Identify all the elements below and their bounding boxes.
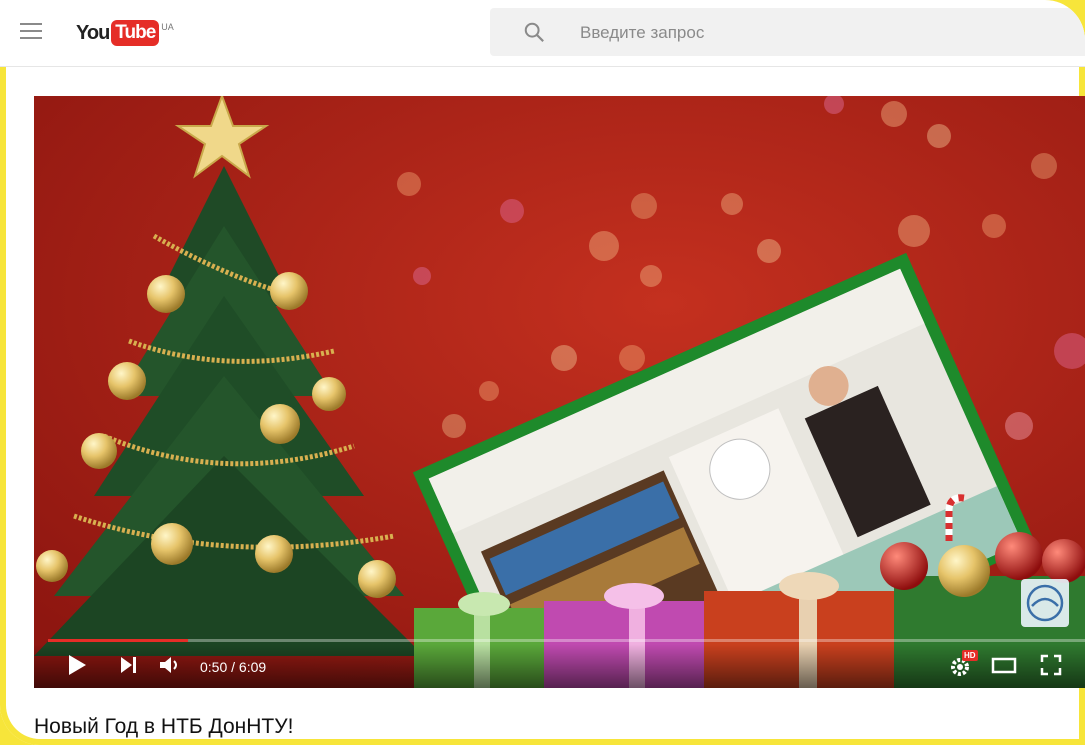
time-display: 0:50 / 6:09 bbox=[200, 659, 266, 675]
theater-mode-icon[interactable] bbox=[990, 652, 1018, 678]
current-time: 0:50 bbox=[200, 659, 228, 675]
masthead: You Tube UA bbox=[0, 0, 1085, 67]
logo-country-code: UA bbox=[161, 22, 174, 32]
youtube-logo[interactable]: You Tube UA bbox=[76, 20, 174, 46]
progress-played bbox=[48, 639, 188, 642]
progress-bar[interactable] bbox=[48, 639, 1085, 642]
search-box bbox=[490, 8, 1085, 56]
hd-badge: HD bbox=[962, 650, 978, 661]
video-player[interactable]: 0:50 / 6:09 HD bbox=[34, 96, 1085, 688]
play-icon[interactable] bbox=[66, 652, 88, 678]
fullscreen-icon[interactable] bbox=[1038, 652, 1064, 678]
logo-you-text: You bbox=[76, 22, 110, 44]
player-controls: 0:50 / 6:09 HD bbox=[34, 644, 1085, 688]
duration: 6:09 bbox=[238, 659, 267, 675]
time-separator: / bbox=[227, 659, 239, 675]
video-title: Новый Год в НТБ ДонНТУ! bbox=[34, 715, 294, 738]
page-frame: You Tube UA Введите запрос 0:50 / 6:09 H… bbox=[0, 0, 1085, 745]
next-icon[interactable] bbox=[118, 652, 140, 678]
logo-tube-text: Tube bbox=[111, 20, 160, 46]
search-input[interactable] bbox=[578, 19, 1062, 47]
volume-icon[interactable] bbox=[158, 652, 182, 678]
menu-icon[interactable] bbox=[20, 23, 42, 41]
search-icon[interactable] bbox=[523, 21, 545, 43]
video-frame[interactable] bbox=[34, 96, 1085, 688]
